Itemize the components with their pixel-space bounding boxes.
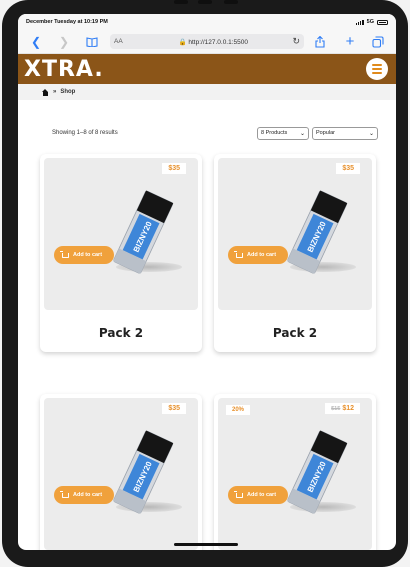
add-to-cart-button[interactable]: Add to cart bbox=[54, 486, 114, 504]
sort-select[interactable]: Popular ⌄ bbox=[312, 126, 378, 140]
product-image[interactable]: BIZNY20 20% $15 $12 Add to cart bbox=[218, 398, 372, 550]
url-text: http://127.0.0.1:5500 bbox=[188, 38, 248, 46]
old-price: $15 bbox=[331, 406, 341, 412]
sensor bbox=[174, 0, 188, 4]
results-count: Showing 1–8 of 8 results bbox=[52, 130, 118, 136]
product-image[interactable]: BIZNY20 $35 Add to cart bbox=[44, 158, 198, 310]
site-logo[interactable]: XTRA. bbox=[24, 57, 104, 82]
menu-button[interactable] bbox=[366, 58, 388, 80]
camera bbox=[198, 0, 212, 4]
back-icon[interactable]: ❮ bbox=[28, 34, 44, 50]
new-tab-icon[interactable]: + bbox=[342, 33, 358, 50]
text-size-button[interactable]: AA bbox=[114, 38, 154, 45]
per-page-select[interactable]: 8 Products ⌄ bbox=[257, 126, 309, 140]
chevron-down-icon: ⌄ bbox=[299, 130, 305, 137]
breadcrumb-current: Shop bbox=[60, 89, 76, 95]
add-to-cart-button[interactable]: Add to cart bbox=[54, 246, 114, 264]
discount-badge: 20% bbox=[226, 405, 251, 415]
cart-icon bbox=[234, 250, 243, 258]
home-indicator[interactable] bbox=[174, 543, 238, 546]
sensor bbox=[224, 0, 238, 4]
status-bar: December Tuesday at 10:19 PM 5G bbox=[18, 14, 396, 30]
browser-toolbar: ❮ ❯ AA 🔒 http://127.0.0.1:5500 ↻ + bbox=[18, 30, 396, 54]
share-icon[interactable] bbox=[312, 34, 328, 50]
product-pack: BIZNY20 bbox=[284, 188, 354, 278]
add-to-cart-button[interactable]: Add to cart bbox=[228, 246, 288, 264]
cart-icon bbox=[234, 490, 243, 498]
product-image[interactable]: BIZNY20 $35 Add to cart bbox=[44, 398, 198, 550]
product-price: $35 bbox=[162, 403, 186, 414]
product-image[interactable]: BIZNY20 $35 Add to cart bbox=[218, 158, 372, 310]
breadcrumb: » Shop bbox=[18, 84, 396, 100]
product-card[interactable]: BIZNY20 20% $15 $12 Add to cart bbox=[214, 394, 376, 550]
product-pack: BIZNY20 bbox=[284, 428, 354, 518]
product-pack: BIZNY20 bbox=[110, 428, 180, 518]
product-price: $15 $12 bbox=[325, 403, 360, 414]
screen: December Tuesday at 10:19 PM 5G ❮ ❯ AA 🔒… bbox=[18, 14, 396, 550]
add-to-cart-button[interactable]: Add to cart bbox=[228, 486, 288, 504]
chevron-down-icon: ⌄ bbox=[368, 130, 374, 137]
forward-icon[interactable]: ❯ bbox=[56, 34, 72, 50]
address-bar[interactable]: AA 🔒 http://127.0.0.1:5500 ↻ bbox=[110, 34, 304, 49]
product-price: $35 bbox=[336, 163, 360, 174]
product-pack: BIZNY20 bbox=[110, 188, 180, 278]
cart-icon bbox=[60, 490, 69, 498]
cart-icon bbox=[60, 250, 69, 258]
lock-icon: 🔒 bbox=[178, 38, 187, 46]
site-header: XTRA. bbox=[18, 54, 396, 84]
product-card[interactable]: BIZNY20 $35 Add to cart Pack 2 bbox=[40, 154, 202, 352]
status-datetime: December Tuesday at 10:19 PM bbox=[26, 19, 108, 25]
signal-icon bbox=[355, 19, 364, 25]
reload-icon[interactable]: ↻ bbox=[292, 36, 300, 47]
network-label: 5G bbox=[366, 19, 374, 25]
home-icon[interactable] bbox=[42, 88, 49, 96]
hamburger-icon bbox=[372, 64, 382, 66]
battery-icon bbox=[377, 19, 388, 25]
product-name[interactable]: Pack 2 bbox=[40, 314, 202, 352]
product-card[interactable]: BIZNY20 $35 Add to cart bbox=[40, 394, 202, 550]
shop-toolbar: Showing 1–8 of 8 results 8 Products ⌄ Po… bbox=[18, 126, 396, 140]
sale-price: $12 bbox=[342, 405, 354, 412]
product-card[interactable]: BIZNY20 $35 Add to cart Pack 2 bbox=[214, 154, 376, 352]
product-price: $35 bbox=[162, 163, 186, 174]
product-name[interactable]: Pack 2 bbox=[214, 314, 376, 352]
tablet-frame: December Tuesday at 10:19 PM 5G ❮ ❯ AA 🔒… bbox=[2, 0, 408, 567]
bookmarks-icon[interactable] bbox=[84, 34, 100, 50]
breadcrumb-separator: » bbox=[53, 89, 57, 95]
tabs-icon[interactable] bbox=[370, 34, 386, 50]
